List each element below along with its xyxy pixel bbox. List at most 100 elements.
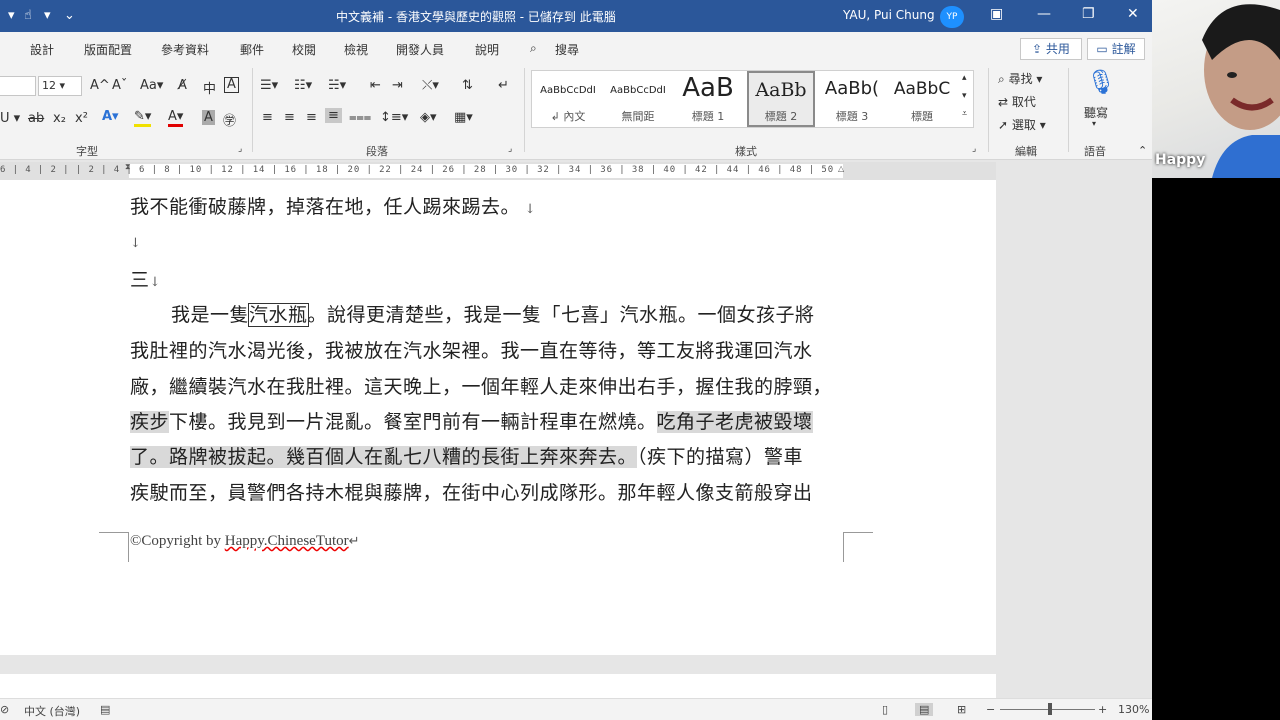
find-button[interactable]: ⌕ 尋找 ▾ [998,70,1042,87]
align-left-icon[interactable]: ≡ [262,110,273,125]
select-icon: ➚ [998,118,1009,132]
language-indicator[interactable]: 中文 (台灣) [24,703,80,719]
numbering-icon[interactable]: ☷▾ [294,78,312,93]
tab-help[interactable]: 說明 [475,41,499,58]
right-indent-marker-icon[interactable]: △ [838,164,844,173]
zoom-level[interactable]: 130% [1118,703,1149,716]
gallery-more-icon[interactable]: ⩡ [962,109,967,119]
search-tab[interactable]: 搜尋 [555,41,579,58]
bullets-icon[interactable]: ☰▾ [260,78,278,93]
styles-dialog-launcher-icon[interactable]: ⌟ [972,144,976,154]
font-color-icon[interactable]: A▾ [168,109,184,127]
paragraph-dialog-launcher-icon[interactable]: ⌟ [508,144,512,154]
read-mode-icon[interactable]: ▯ [882,703,888,716]
customize-quick-access-icon[interactable]: ⌄ [64,8,75,23]
font-name-combo[interactable] [0,76,36,96]
horizontal-ruler[interactable]: 6 | 4 | 2 | | 2 | 4 | 6 | 8 | 10 | 12 | … [0,162,996,180]
save-icon[interactable]: ▾ [8,8,15,23]
accessibility-icon[interactable]: ⊘ [0,703,9,716]
tab-design[interactable]: 設計 [30,41,54,58]
ribbon-display-options-icon[interactable]: ▣ [990,6,1003,22]
font-dialog-launcher-icon[interactable]: ⌟ [238,144,242,154]
style-heading-1[interactable]: AaB 標題 1 [674,71,742,127]
empty-line: ↓ [130,230,141,252]
minimize-icon[interactable]: — [1037,6,1051,22]
show-marks-icon[interactable]: ↵ [498,78,509,93]
comments-button[interactable]: ▭ 註解 [1087,38,1145,60]
zoom-slider-thumb[interactable] [1048,703,1052,715]
zoom-in-icon[interactable]: + [1098,703,1107,716]
line-spacing-icon[interactable]: ↕≡▾ [380,110,408,125]
tab-developer[interactable]: 開發人員 [396,41,444,58]
sort-icon[interactable]: ⇅ [462,78,473,93]
font-group-label: 字型 [76,145,98,158]
quick-access-dropdown-icon[interactable]: ▾ [44,8,51,23]
increase-indent-icon[interactable]: ⇥ [392,78,403,93]
track-changes-icon[interactable]: ▤ [100,703,110,716]
style-heading-3[interactable]: AaBb( 標題 3 [818,71,886,127]
web-layout-icon[interactable]: ⊞ [957,703,966,716]
ribbon: 12 ▾ A^ Aˇ Aa▾ A̸ 中 A U ▾ ab x₂ x² A▾ ✎▾… [0,64,1152,160]
user-name[interactable]: YAU, Pui Chung [843,8,935,22]
character-shading-icon[interactable]: A [202,110,215,125]
touch-mode-icon[interactable]: ☝ [24,8,32,23]
distributed-icon[interactable]: ⩶ [349,110,371,125]
tab-review[interactable]: 校閱 [292,41,316,58]
style-name: 無間距 [621,110,655,123]
zoom-out-icon[interactable]: − [986,703,995,716]
ribbon-tabs: 設計 版面配置 參考資料 郵件 校閱 檢視 開發人員 說明 ⌕ 搜尋 [0,32,1152,64]
select-button[interactable]: ➚ 選取 ▾ [998,116,1046,133]
style-sample: AaB [682,73,734,103]
change-case-icon[interactable]: Aa▾ [140,78,163,93]
clear-format-icon[interactable]: A̸ [178,78,187,93]
document-title: 中文義補 - 香港文學與歷史的觀照 - 已儲存到 此電腦 [336,10,616,24]
shading-icon[interactable]: ◈▾ [420,110,437,125]
font-size-combo[interactable]: 12 ▾ [38,76,82,96]
close-icon[interactable]: ✕ [1127,6,1139,22]
dictate-dropdown-icon[interactable]: ▾ [1092,119,1096,128]
document-area[interactable]: 我不能衝破藤牌，掉落在地，任人踢來踢去。 ↓ ↓ 三↓ 我是一隻汽水瓶。說得更清… [0,180,1152,704]
microphone-icon[interactable]: 🎙 [1086,68,1116,96]
borders-icon[interactable]: ▦▾ [454,110,473,125]
tab-view[interactable]: 檢視 [344,41,368,58]
replace-button[interactable]: ⇄ 取代 [998,93,1036,110]
indent-marker-icon[interactable]: ⧗ [125,162,131,172]
superscript-icon[interactable]: x² [75,111,88,126]
tab-references[interactable]: 參考資料 [161,41,209,58]
strikethrough-icon[interactable]: ab [28,111,44,126]
shrink-font-icon[interactable]: Aˇ [112,78,127,93]
tab-layout[interactable]: 版面配置 [84,41,132,58]
phonetic-guide-icon[interactable]: 中 [203,78,216,97]
share-button[interactable]: ⇪ 共用 [1020,38,1082,60]
title-bar: ▾ ☝ ▾ ⌄ 中文義補 - 香港文學與歷史的觀照 - 已儲存到 此電腦 YAU… [0,0,1152,32]
gallery-down-icon[interactable]: ▾ [962,91,967,101]
character-border-icon[interactable]: A [224,77,239,93]
search-icon[interactable]: ⌕ [530,41,537,56]
style-title[interactable]: AaBbC 標題 [888,71,956,127]
tab-mailings[interactable]: 郵件 [240,41,264,58]
style-no-spacing[interactable]: AaBbCcDdI 無間距 [604,71,672,127]
paragraph-mark-icon: ↵ [348,533,360,548]
text-effects-icon[interactable]: A▾ [102,109,119,124]
grow-font-icon[interactable]: A^ [90,78,110,93]
print-layout-icon[interactable]: ▤ [915,703,934,716]
decrease-indent-icon[interactable]: ⇤ [370,78,381,93]
style-heading-2[interactable]: AaBb 標題 2 [747,71,815,127]
paragraph-line: 我是一隻汽水瓶。說得更清楚些，我是一隻「七喜」汽水瓶。一個女孩子將 [171,300,815,327]
enclose-characters-icon[interactable]: ㊫ [223,110,236,129]
subscript-icon[interactable]: x₂ [53,111,66,126]
text-direction-icon[interactable]: ⤬▾ [422,78,439,93]
page[interactable]: 我不能衝破藤牌，掉落在地，任人踢來踢去。 ↓ ↓ 三↓ 我是一隻汽水瓶。說得更清… [0,180,996,655]
avatar[interactable]: YP [940,6,964,28]
underline-icon[interactable]: U ▾ [0,111,20,126]
collapse-ribbon-icon[interactable]: ⌃ [1138,144,1147,157]
align-center-icon[interactable]: ≡ [284,110,295,125]
multilevel-list-icon[interactable]: ☵▾ [328,78,346,93]
find-icon: ⌕ [998,72,1005,86]
justify-icon[interactable]: ≡ [325,108,342,123]
align-right-icon[interactable]: ≡ [306,110,317,125]
gallery-up-icon[interactable]: ▴ [962,73,967,83]
restore-icon[interactable]: ❐ [1082,6,1095,22]
style-normal[interactable]: AaBbCcDdI ↲ 內文 [534,71,602,127]
highlight-icon[interactable]: ✎▾ [134,109,152,127]
